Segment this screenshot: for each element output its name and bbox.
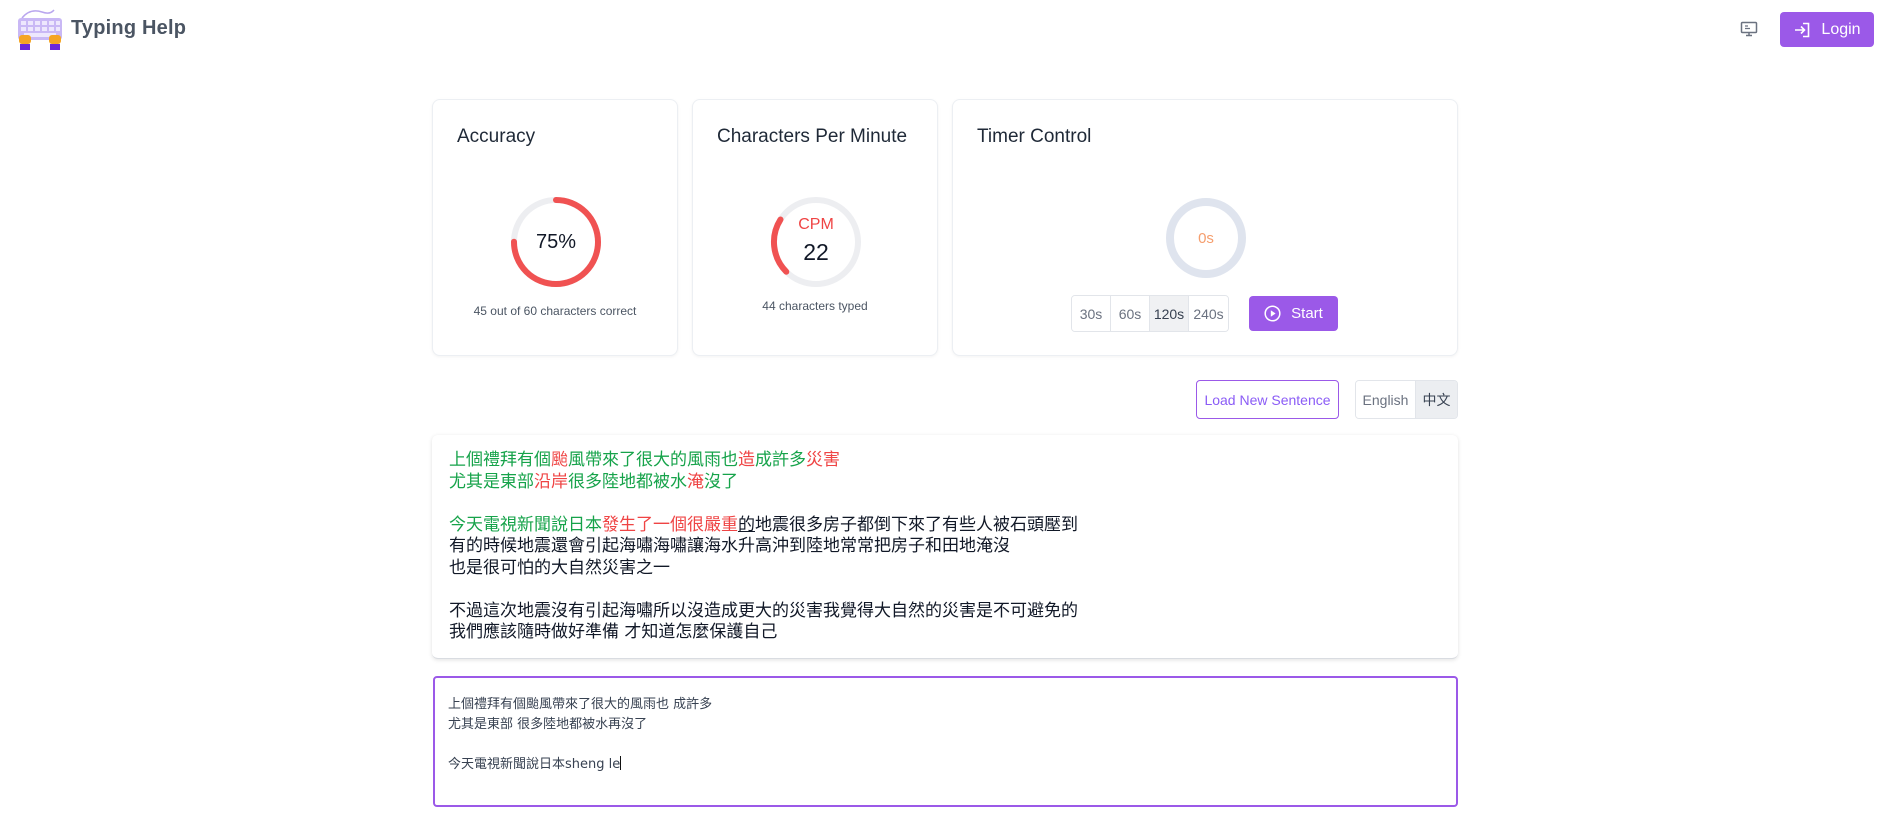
- typed-line-text: 今天電視新聞說日本sheng le: [448, 757, 621, 772]
- incorrect-segment: 災害: [806, 450, 840, 470]
- text-line: 有的時候地震還會引起海嘯海嘯讓海水升高沖到陸地常常把房子和田地淹沒: [449, 536, 1078, 558]
- incorrect-segment: 發生了一個很嚴重: [602, 514, 738, 535]
- accuracy-gauge: 75%: [509, 195, 603, 289]
- play-circle-icon: [1264, 305, 1281, 322]
- cpm-card: Characters Per Minute CPM 22 44 characte…: [692, 99, 938, 356]
- timer-gauge: 0s: [1165, 197, 1247, 279]
- cpm-gauge: CPM 22: [769, 195, 863, 289]
- pending-segment: 地震很多房子都倒下來了有些人被石頭壓到: [755, 514, 1078, 535]
- duration-30s-button[interactable]: 30s: [1072, 296, 1111, 331]
- brand-name[interactable]: Typing Help: [71, 17, 186, 40]
- typed-line-text: 尤其是東部 很多陸地都被水再沒了: [448, 717, 648, 732]
- monitor-icon: [1740, 21, 1758, 37]
- login-label: Login: [1821, 20, 1861, 38]
- typed-line: 上個禮拜有個颱風帶來了很大的風雨也 成許多: [448, 695, 712, 715]
- typed-line: [448, 735, 712, 755]
- pending-segment: 我們應該隨時做好準備 才知道怎麼保護自己: [449, 622, 778, 642]
- text-line: 尤其是東部沿岸很多陸地都被水淹沒了: [449, 472, 1078, 494]
- text-line: 今天電視新聞說日本發生了一個很嚴重的地震很多房子都倒下來了有些人被石頭壓到: [449, 515, 1078, 537]
- timer-card: Timer Control 0s 30s 60s 120s 240s Start: [952, 99, 1458, 356]
- correct-segment: 成許多: [755, 450, 806, 470]
- cpm-summary: 44 characters typed: [762, 299, 868, 313]
- timer-value: 0s: [1198, 229, 1214, 247]
- reference-text: 上個禮拜有個颱風帶來了很大的風雨也造成許多災害 尤其是東部沿岸很多陸地都被水淹沒了…: [449, 450, 1078, 644]
- current-char: 的: [738, 514, 755, 535]
- app-header: Typing Help Login: [0, 0, 1885, 60]
- pending-segment: 也是很可怕的大自然災害之一: [449, 557, 670, 578]
- typed-line-text: 上個禮拜有個颱風帶來了很大的風雨也 成許多: [448, 697, 713, 712]
- language-chinese-button[interactable]: 中文: [1416, 381, 1457, 418]
- language-toggle: English 中文: [1355, 380, 1458, 419]
- correct-segment: 尤其是東部: [449, 471, 534, 492]
- correct-segment: 上個禮拜有個: [449, 450, 551, 470]
- reference-text-panel: 上個禮拜有個颱風帶來了很大的風雨也造成許多災害 尤其是東部沿岸很多陸地都被水淹沒了…: [432, 435, 1458, 659]
- accuracy-summary: 45 out of 60 characters correct: [473, 304, 637, 318]
- typed-line: 尤其是東部 很多陸地都被水再沒了: [448, 715, 712, 735]
- typing-input[interactable]: 上個禮拜有個颱風帶來了很大的風雨也 成許多 尤其是東部 很多陸地都被水再沒了 今天電…: [433, 676, 1458, 807]
- language-english-button[interactable]: English: [1356, 381, 1416, 418]
- correct-segment: 今天電視新聞說日本: [449, 514, 602, 535]
- incorrect-segment: 沿岸: [534, 471, 568, 492]
- accuracy-value: 75%: [535, 230, 577, 253]
- pending-segment: 不過這次地震沒有引起海嘯所以沒造成更大的災害我覺得大自然的災害是不可避免的: [449, 600, 1078, 621]
- correct-segment: 沒了: [704, 471, 738, 492]
- pending-segment: 有的時候地震還會引起海嘯海嘯讓海水升高沖到陸地常常把房子和田地淹沒: [449, 536, 1010, 556]
- text-line: 上個禮拜有個颱風帶來了很大的風雨也造成許多災害: [449, 450, 1078, 472]
- accuracy-card: Accuracy 75% 45 out of 60 characters cor…: [432, 99, 678, 356]
- load-new-sentence-button[interactable]: Load New Sentence: [1196, 380, 1339, 419]
- correct-segment: 風帶來了很大的風雨也: [568, 450, 738, 470]
- text-line: 我們應該隨時做好準備 才知道怎麼保護自己: [449, 622, 1078, 644]
- text-line: 也是很可怕的大自然災害之一: [449, 558, 1078, 580]
- start-button[interactable]: Start: [1249, 296, 1338, 331]
- incorrect-segment: 颱: [551, 450, 568, 470]
- accuracy-title: Accuracy: [457, 126, 536, 147]
- login-button[interactable]: Login: [1780, 12, 1874, 47]
- duration-60s-button[interactable]: 60s: [1111, 296, 1150, 331]
- cpm-title: Characters Per Minute: [717, 126, 908, 147]
- cpm-label: CPM: [798, 216, 834, 233]
- keyboard-hands-logo-icon[interactable]: [16, 6, 64, 54]
- text-line: 不過這次地震沒有引起海嘯所以沒造成更大的災害我覺得大自然的災害是不可避免的: [449, 601, 1078, 623]
- duration-120s-button[interactable]: 120s: [1150, 296, 1189, 331]
- typed-text: 上個禮拜有個颱風帶來了很大的風雨也 成許多 尤其是東部 很多陸地都被水再沒了 今天電…: [448, 695, 712, 775]
- cpm-value: 22: [803, 239, 829, 265]
- login-icon: [1795, 22, 1810, 37]
- start-label: Start: [1291, 305, 1323, 322]
- timer-title: Timer Control: [977, 126, 1092, 147]
- incorrect-segment: 淹: [687, 471, 704, 492]
- correct-segment: 很多陸地都被水: [568, 471, 687, 492]
- display-mode-button[interactable]: [1735, 16, 1763, 42]
- duration-240s-button[interactable]: 240s: [1189, 296, 1228, 331]
- incorrect-segment: 造: [738, 450, 755, 470]
- text-caret: [620, 756, 622, 770]
- duration-selector: 30s 60s 120s 240s: [1071, 295, 1229, 332]
- typed-line: 今天電視新聞說日本sheng le: [448, 755, 712, 775]
